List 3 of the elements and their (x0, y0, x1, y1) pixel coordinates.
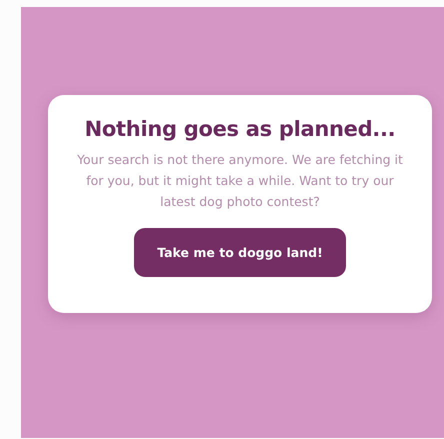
card-message: Your search is not there anymore. We are fetching it for you, but it might take a while. Want to try our latest dog photo contest? (76, 151, 404, 211)
doggo-land-button[interactable]: Take me to doggo land! (134, 228, 346, 277)
card-title: Nothing goes as planned... (84, 117, 396, 141)
